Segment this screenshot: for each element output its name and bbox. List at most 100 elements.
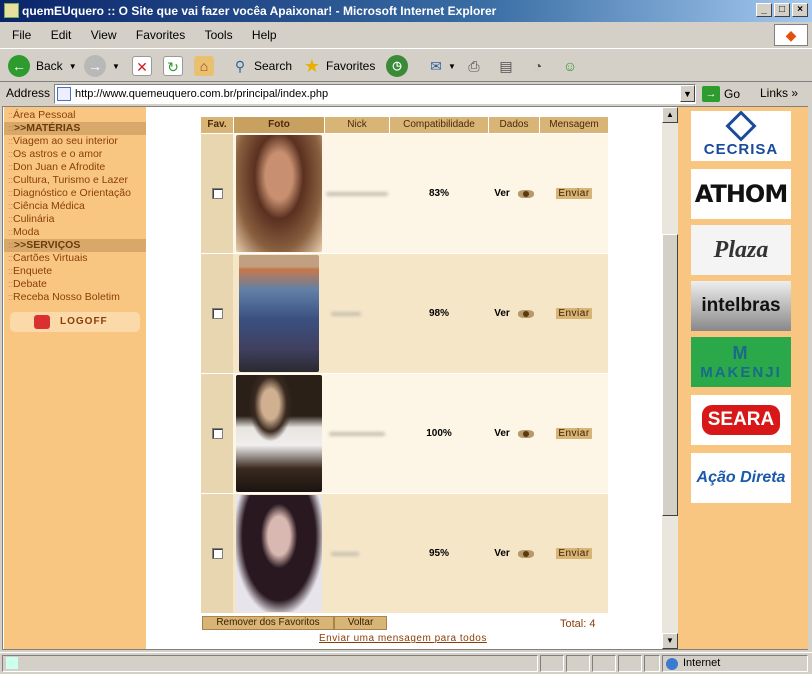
nav-moda[interactable]: ::Moda bbox=[4, 226, 146, 239]
enviar-button[interactable]: Enviar bbox=[556, 188, 592, 199]
profile-photo[interactable] bbox=[236, 375, 322, 492]
eye-icon bbox=[517, 309, 534, 318]
go-button[interactable]: → Go bbox=[702, 85, 740, 103]
status-pane bbox=[644, 655, 660, 672]
nav-section-servicos: ::>>SERVIÇOS bbox=[4, 239, 146, 252]
nav-ciencia[interactable]: ::Ciência Médica bbox=[4, 200, 146, 213]
nick-cell[interactable] bbox=[325, 494, 389, 613]
edit-button[interactable]: ▤ bbox=[496, 53, 516, 79]
total-count: Total: 4 bbox=[560, 618, 596, 630]
nav-viagem[interactable]: ::Viagem ao seu interior bbox=[4, 135, 146, 148]
ver-link[interactable]: Ver bbox=[489, 134, 539, 253]
back-button[interactable]: ← Back ▼ bbox=[8, 53, 77, 79]
table-row: 95% Ver Enviar bbox=[201, 494, 608, 613]
sponsor-seara[interactable]: SEARA bbox=[691, 395, 791, 445]
favorite-checkbox[interactable] bbox=[211, 308, 223, 319]
eye-icon bbox=[517, 549, 534, 558]
nav-astros[interactable]: ::Os astros e o amor bbox=[4, 148, 146, 161]
nav-diagnostico[interactable]: ::Diagnóstico e Orientação bbox=[4, 187, 146, 200]
favorites-label: Favorites bbox=[326, 59, 376, 73]
nav-debate[interactable]: ::Debate bbox=[4, 278, 146, 291]
favorite-checkbox[interactable] bbox=[211, 188, 223, 199]
table-row: 83% Ver Enviar bbox=[201, 134, 608, 253]
menu-edit[interactable]: Edit bbox=[51, 28, 72, 42]
home-button[interactable]: ⌂ bbox=[194, 53, 214, 79]
header-dados: Dados bbox=[489, 117, 539, 133]
nav-area-pessoal[interactable]: ::Área Pessoal bbox=[4, 109, 146, 122]
ver-link[interactable]: Ver bbox=[489, 374, 539, 493]
ver-link[interactable]: Ver bbox=[489, 494, 539, 613]
messenger-button[interactable]: ☺ bbox=[560, 53, 580, 79]
nav-don-juan[interactable]: ::Don Juan e Afrodite bbox=[4, 161, 146, 174]
send-to-all-link[interactable]: Enviar uma mensagem para todos bbox=[319, 633, 487, 644]
forward-button[interactable]: → ▼ bbox=[84, 53, 120, 79]
sponsor-column: CECRISA ATHOM Plaza intelbras M MAKENJI … bbox=[678, 107, 808, 649]
favorites-button[interactable]: ★ Favorites bbox=[302, 53, 375, 79]
photo-cell bbox=[234, 374, 324, 493]
refresh-button[interactable]: ↻ bbox=[163, 53, 183, 79]
profile-photo[interactable] bbox=[239, 255, 319, 372]
fav-cell bbox=[201, 254, 233, 373]
print-button[interactable]: ⎙ bbox=[464, 53, 484, 79]
vertical-scrollbar[interactable]: ▲ ▼ bbox=[662, 107, 678, 649]
sponsor-makenji[interactable]: M MAKENJI bbox=[691, 337, 791, 387]
mail-button[interactable]: ✉ ▼ bbox=[426, 53, 456, 79]
nav-cartoes[interactable]: ::Cartões Virtuais bbox=[4, 252, 146, 265]
profile-photo[interactable] bbox=[236, 135, 322, 252]
nick-cell[interactable] bbox=[325, 254, 389, 373]
header-nick: Nick bbox=[325, 117, 389, 133]
refresh-icon: ↻ bbox=[163, 56, 183, 76]
logoff-button[interactable]: LOGOFF bbox=[10, 312, 140, 332]
scroll-up-icon[interactable]: ▲ bbox=[662, 107, 678, 123]
favorite-checkbox[interactable] bbox=[211, 428, 223, 439]
stop-button[interactable]: ✕ bbox=[132, 53, 152, 79]
nick-cell[interactable] bbox=[325, 134, 389, 253]
sponsor-athom[interactable]: ATHOM bbox=[691, 169, 791, 219]
close-button[interactable]: × bbox=[792, 3, 808, 17]
profile-photo[interactable] bbox=[236, 495, 322, 612]
zone-pane: Internet bbox=[662, 655, 808, 672]
sponsor-cecrisa[interactable]: CECRISA bbox=[691, 111, 791, 161]
scrollbar-thumb[interactable] bbox=[662, 234, 678, 516]
scroll-down-icon[interactable]: ▼ bbox=[662, 633, 678, 649]
sponsor-intelbras[interactable]: intelbras bbox=[691, 281, 791, 331]
history-button[interactable]: ◷ bbox=[386, 53, 408, 79]
fav-cell bbox=[201, 494, 233, 613]
nav-cultura[interactable]: ::Cultura, Turismo e Lazer bbox=[4, 174, 146, 187]
left-navigation: ::Área Pessoal ::>>MATÉRIAS ::Viagem ao … bbox=[4, 107, 146, 649]
favorite-checkbox[interactable] bbox=[211, 548, 223, 559]
address-dropdown-icon[interactable]: ▼ bbox=[680, 85, 695, 102]
minimize-button[interactable]: _ bbox=[756, 3, 772, 17]
nav-enquete[interactable]: ::Enquete bbox=[4, 265, 146, 278]
menu-tools[interactable]: Tools bbox=[205, 28, 233, 42]
menu-file[interactable]: File bbox=[12, 28, 31, 42]
maximize-button[interactable]: □ bbox=[774, 3, 790, 17]
back-label: Back bbox=[36, 59, 63, 73]
status-text-pane bbox=[2, 655, 538, 672]
address-input[interactable]: http://www.quemeuquero.com.br/principal/… bbox=[54, 84, 696, 104]
enviar-button[interactable]: Enviar bbox=[556, 548, 592, 559]
menu-favorites[interactable]: Favorites bbox=[136, 28, 185, 42]
menu-help[interactable]: Help bbox=[252, 28, 277, 42]
enviar-button[interactable]: Enviar bbox=[556, 428, 592, 439]
chevron-down-icon: ▼ bbox=[448, 61, 456, 71]
nav-boletim[interactable]: ::Receba Nosso Boletim bbox=[4, 291, 146, 304]
chevron-down-icon: ▼ bbox=[112, 61, 120, 71]
enviar-button[interactable]: Enviar bbox=[556, 308, 592, 319]
links-button[interactable]: Links » bbox=[760, 86, 798, 100]
eye-icon bbox=[517, 189, 534, 198]
mail-icon: ✉ bbox=[430, 58, 442, 74]
sponsor-acao-direta[interactable]: Ação Direta bbox=[691, 453, 791, 503]
menu-view[interactable]: View bbox=[91, 28, 117, 42]
sponsor-plaza[interactable]: Plaza bbox=[691, 225, 791, 275]
voltar-button[interactable]: Voltar bbox=[334, 616, 387, 630]
search-button[interactable]: ⚲ Search bbox=[230, 53, 292, 79]
remove-favorites-button[interactable]: Remover dos Favoritos bbox=[202, 616, 334, 630]
links-label: Links bbox=[760, 86, 789, 100]
nick-cell[interactable] bbox=[325, 374, 389, 493]
ver-link[interactable]: Ver bbox=[489, 254, 539, 373]
nav-culinaria[interactable]: ::Culinária bbox=[4, 213, 146, 226]
discuss-button[interactable]: ◔ bbox=[528, 53, 548, 79]
messenger-icon: ☺ bbox=[562, 58, 578, 74]
print-icon: ⎙ bbox=[468, 58, 480, 74]
